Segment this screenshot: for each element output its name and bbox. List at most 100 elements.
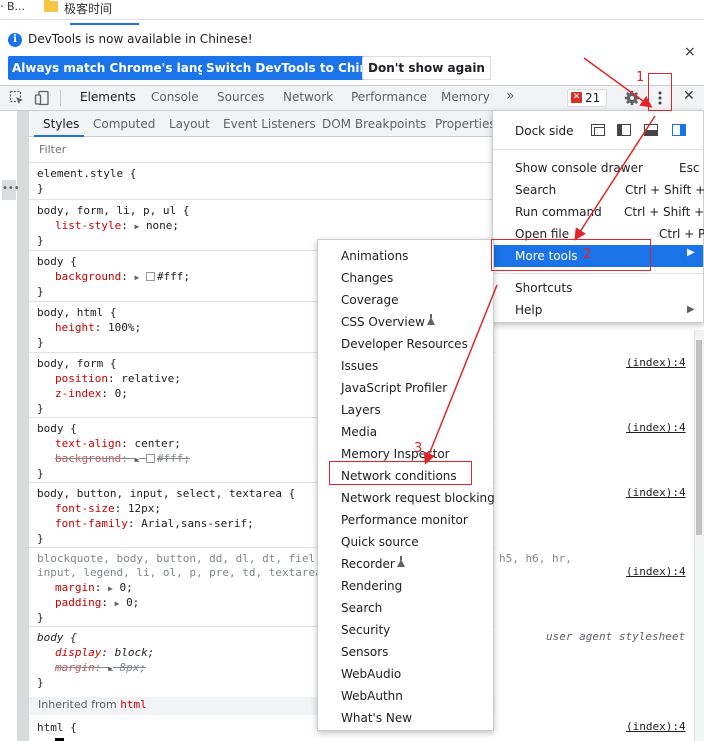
menu-show-console-drawer[interactable]: Show console drawer bbox=[515, 161, 643, 175]
undock-icon[interactable] bbox=[591, 124, 605, 136]
css-declaration[interactable]: height: 100%; bbox=[55, 320, 141, 335]
close-devtools-icon[interactable]: ✕ bbox=[683, 88, 695, 104]
dock-left-icon[interactable] bbox=[617, 124, 631, 136]
tab-memory[interactable]: Memory bbox=[441, 90, 490, 104]
menu-search[interactable]: Search bbox=[515, 183, 556, 197]
bookmark-folder[interactable]: 极客时间 bbox=[64, 0, 112, 17]
subtab-event-listeners[interactable]: Event Listeners bbox=[223, 117, 316, 131]
tool-search[interactable]: Search bbox=[341, 597, 382, 619]
tool-quick-source[interactable]: Quick source bbox=[341, 531, 419, 553]
tab-console[interactable]: Console bbox=[151, 90, 199, 104]
tool-webaudio[interactable]: WebAudio bbox=[341, 663, 401, 685]
css-property[interactable]: background bbox=[55, 270, 121, 283]
css-value[interactable]: relative; bbox=[121, 372, 181, 385]
rule-selector[interactable]: html { bbox=[37, 720, 77, 735]
css-value[interactable]: 0; bbox=[115, 387, 128, 400]
css-property[interactable]: padding bbox=[55, 596, 101, 609]
css-value[interactable]: 8px; bbox=[119, 661, 146, 674]
device-toolbar-icon[interactable] bbox=[34, 90, 50, 106]
rule-selector[interactable]: body { bbox=[37, 421, 77, 436]
subtab-layout[interactable]: Layout bbox=[169, 117, 210, 131]
tool-layers[interactable]: Layers bbox=[341, 399, 381, 421]
css-property[interactable]: text-align bbox=[55, 437, 121, 450]
css-property[interactable]: position bbox=[55, 372, 108, 385]
tool-recorder[interactable]: Recorder bbox=[341, 553, 405, 575]
error-count-badge[interactable]: ✕ 21 bbox=[567, 89, 607, 107]
expand-triangle-icon[interactable]: ▶ bbox=[134, 273, 139, 282]
rule-selector[interactable]: body, form, li, p, ul { bbox=[37, 203, 189, 218]
css-property[interactable]: list-style bbox=[55, 219, 121, 232]
css-declaration[interactable]: background: ▶ #fff; bbox=[55, 269, 190, 285]
subtab-styles[interactable]: Styles bbox=[43, 117, 79, 131]
rule-selector[interactable]: h5, h6, hr, bbox=[499, 551, 572, 566]
inherited-tag[interactable]: html bbox=[120, 698, 147, 711]
tool-javascript-profiler[interactable]: JavaScript Profiler bbox=[341, 377, 447, 399]
css-value[interactable]: 100%; bbox=[108, 321, 141, 334]
tool-performance-monitor[interactable]: Performance monitor bbox=[341, 509, 468, 531]
expand-triangle-icon[interactable]: ▶ bbox=[134, 222, 139, 231]
css-property[interactable]: height bbox=[55, 321, 95, 334]
source-link[interactable]: (index):4 bbox=[626, 565, 686, 578]
subtab-properties[interactable]: Properties bbox=[435, 117, 496, 131]
tool-rendering[interactable]: Rendering bbox=[341, 575, 402, 597]
css-value[interactable]: Arial,sans-serif; bbox=[141, 517, 254, 530]
gear-icon[interactable] bbox=[624, 90, 640, 106]
css-property[interactable]: background bbox=[55, 452, 121, 465]
rule-selector[interactable]: input, legend, li, ol, p, pre, td, texta… bbox=[37, 565, 322, 580]
rule-selector[interactable]: blockquote, body, button, dd, dl, dt, fi… bbox=[37, 551, 315, 566]
tool-coverage[interactable]: Coverage bbox=[341, 289, 399, 311]
rule-selector[interactable]: element.style { bbox=[37, 166, 136, 181]
menu-help[interactable]: Help bbox=[515, 303, 542, 317]
filter-input[interactable] bbox=[39, 143, 239, 156]
color-swatch[interactable] bbox=[145, 272, 155, 281]
source-link[interactable]: (index):4 bbox=[626, 356, 686, 369]
expand-triangle-icon[interactable]: ▶ bbox=[134, 455, 139, 464]
tool-network-request-blocking[interactable]: Network request blocking bbox=[341, 487, 495, 509]
expand-triangle-icon[interactable]: ▶ bbox=[108, 584, 113, 593]
css-value[interactable]: block; bbox=[115, 646, 155, 659]
tool-sensors[interactable]: Sensors bbox=[341, 641, 388, 663]
css-declaration[interactable]: font-family: Arial,sans-serif; bbox=[55, 516, 254, 531]
css-declaration[interactable] bbox=[55, 735, 66, 741]
css-value[interactable]: #fff; bbox=[157, 452, 190, 465]
css-value[interactable]: 0; bbox=[119, 581, 132, 594]
css-property[interactable]: z-index bbox=[55, 387, 101, 400]
tab-performance[interactable]: Performance bbox=[351, 90, 427, 104]
subtab-computed[interactable]: Computed bbox=[93, 117, 155, 131]
inspect-element-icon[interactable] bbox=[9, 90, 25, 106]
tab-elements[interactable]: Elements bbox=[80, 90, 136, 104]
css-declaration[interactable]: margin: ▶ 0; bbox=[55, 580, 133, 596]
rule-selector[interactable]: body { bbox=[37, 254, 77, 269]
menu-shortcuts[interactable]: Shortcuts bbox=[515, 281, 572, 295]
expand-triangle-icon[interactable]: ▶ bbox=[108, 664, 113, 673]
css-declaration[interactable]: z-index: 0; bbox=[55, 386, 128, 401]
color-swatch[interactable] bbox=[145, 454, 155, 463]
css-value[interactable]: #fff; bbox=[157, 270, 190, 283]
css-value[interactable]: 12px; bbox=[128, 502, 161, 515]
css-value[interactable]: none; bbox=[146, 219, 179, 232]
dock-bottom-icon[interactable] bbox=[644, 124, 658, 136]
dock-right-icon[interactable] bbox=[672, 124, 686, 136]
source-link[interactable]: (index):4 bbox=[626, 720, 686, 733]
tab-network[interactable]: Network bbox=[283, 90, 333, 104]
rule-selector[interactable]: body, html { bbox=[37, 305, 116, 320]
css-declaration-overridden[interactable]: background: ▶ #fff; bbox=[55, 451, 190, 467]
tool-security[interactable]: Security bbox=[341, 619, 390, 641]
css-property[interactable]: display bbox=[55, 646, 101, 659]
css-property[interactable]: margin bbox=[55, 581, 95, 594]
tool-webauthn[interactable]: WebAuthn bbox=[341, 685, 403, 707]
rule-selector[interactable]: body, button, input, select, textarea { bbox=[37, 486, 295, 501]
scrollbar-thumb[interactable] bbox=[696, 340, 702, 535]
css-declaration[interactable]: font-size: 12px; bbox=[55, 501, 161, 516]
splitter[interactable] bbox=[17, 111, 29, 741]
css-declaration[interactable]: list-style: ▶ none; bbox=[55, 218, 179, 234]
source-link[interactable]: (index):4 bbox=[626, 421, 686, 434]
more-tabs-chevron-icon[interactable]: » bbox=[506, 88, 515, 104]
tool-whats-new[interactable]: What's New bbox=[341, 707, 412, 729]
css-declaration[interactable]: padding: ▶ 0; bbox=[55, 595, 139, 611]
css-declaration[interactable]: position: relative; bbox=[55, 371, 181, 386]
rule-selector[interactable]: body { bbox=[37, 630, 77, 645]
css-value[interactable]: center; bbox=[134, 437, 180, 450]
css-property[interactable]: font-family bbox=[55, 517, 128, 530]
css-declaration[interactable]: text-align: center; bbox=[55, 436, 181, 451]
